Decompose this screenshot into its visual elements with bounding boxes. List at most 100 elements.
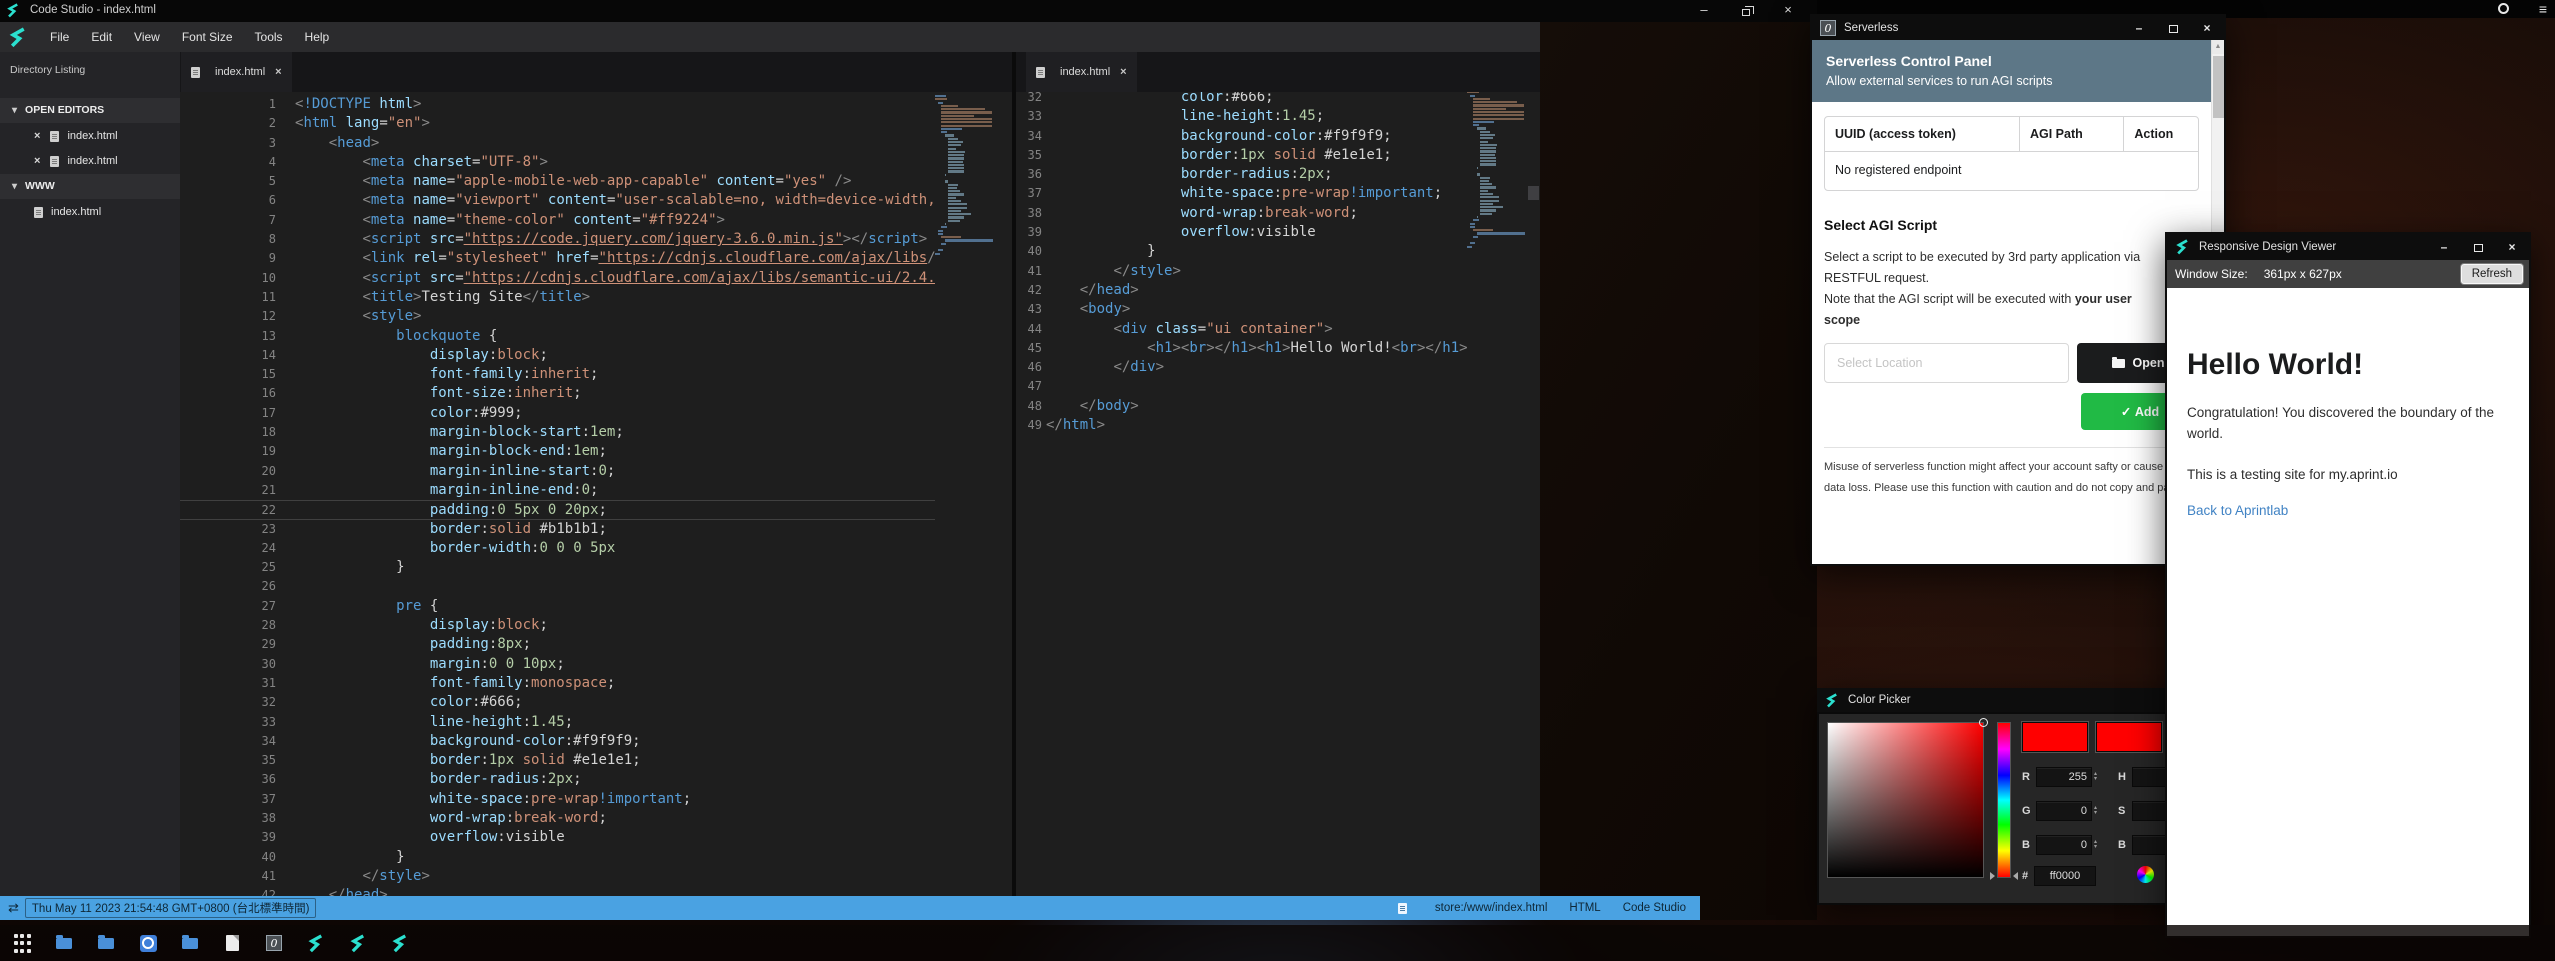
location-input[interactable] (1824, 343, 2069, 383)
spin-down-icon[interactable]: ▾ (2094, 777, 2097, 782)
code-line[interactable]: 48 </body> (1016, 397, 1467, 416)
maximize-button[interactable] (2156, 16, 2190, 40)
code-line[interactable]: 44 <div class="ui container"> (1016, 320, 1467, 339)
code-line[interactable]: 41 </style> (1016, 262, 1467, 281)
editor-pane-1[interactable]: index.html × 1<!DOCTYPE html>2<html lang… (180, 52, 1016, 896)
document-icon[interactable] (222, 933, 242, 953)
close-icon[interactable]: × (34, 149, 40, 174)
stepper-icon[interactable]: ▴▾ (2094, 772, 2097, 782)
code-editor-2[interactable]: 32 color:#666;33 line-height:1.45;34 bac… (1016, 88, 1467, 435)
close-button[interactable]: × (1767, 0, 1809, 22)
statusbar-language[interactable]: HTML (1569, 902, 1600, 914)
folder-icon[interactable] (54, 933, 74, 953)
page-link[interactable]: Back to Aprintlab (2187, 503, 2509, 518)
code-line[interactable]: 40 } (1016, 242, 1467, 261)
folder-icon[interactable] (180, 933, 200, 953)
code-line[interactable]: 12 <style> (180, 307, 935, 326)
code-line[interactable]: 41 </style> (180, 867, 935, 886)
close-icon[interactable]: × (275, 66, 281, 78)
code-line[interactable]: 33 line-height:1.45; (180, 713, 935, 732)
code-line[interactable]: 27 pre { (180, 597, 935, 616)
scrollbar-thumb[interactable] (2213, 56, 2224, 118)
code-line[interactable]: 36 border-radius:2px; (1016, 165, 1467, 184)
code-line[interactable]: 20 margin-inline-start:0; (180, 462, 935, 481)
serverless-titlebar[interactable]: 0 Serverless – × (1812, 16, 2224, 40)
code-line[interactable]: 15 font-family:inherit; (180, 365, 935, 384)
code-line[interactable]: 18 margin-block-start:1em; (180, 423, 935, 442)
code-line[interactable]: 33 line-height:1.45; (1016, 107, 1467, 126)
maximize-button[interactable] (2461, 235, 2495, 259)
code-line[interactable]: 4 <meta charset="UTF-8"> (180, 153, 935, 172)
previous-color-swatch[interactable] (2096, 722, 2162, 752)
hue-slider[interactable] (1997, 722, 2011, 878)
close-button[interactable]: × (2495, 235, 2529, 259)
sidebar-section-www[interactable]: ▾WWW (0, 174, 180, 199)
status-ring-icon[interactable] (2498, 3, 2509, 14)
code-line[interactable]: 38 word-wrap:break-word; (1016, 204, 1467, 223)
code-line[interactable]: 35 border:1px solid #e1e1e1; (1016, 146, 1467, 165)
code-line[interactable]: 32 color:#666; (180, 693, 935, 712)
code-studio-icon[interactable] (348, 933, 368, 953)
menu-item-font-size[interactable]: Font Size (171, 30, 244, 44)
spin-down-icon[interactable]: ▾ (2094, 845, 2097, 850)
folder-icon[interactable] (96, 933, 116, 953)
code-line[interactable]: 13 blockquote { (180, 327, 935, 346)
code-studio-icon[interactable] (306, 933, 326, 953)
minimize-button[interactable]: – (2122, 16, 2156, 40)
editor-pane-2[interactable]: index.html × 32 color:#666;33 line-heigh… (1016, 52, 1540, 896)
code-line[interactable]: 45 <h1><br></h1><h1>Hello World!<br></h1… (1016, 339, 1467, 358)
statusbar-file-path[interactable]: store:/www/index.html (1435, 902, 1547, 914)
menu-item-edit[interactable]: Edit (80, 30, 123, 44)
code-line[interactable]: 36 border-radius:2px; (180, 770, 935, 789)
viewer-titlebar[interactable]: Responsive Design Viewer – × (2167, 234, 2529, 260)
system-menu-icon[interactable]: ≡ (2539, 3, 2547, 15)
scroll-up-icon[interactable]: ▲ (2212, 40, 2224, 54)
restore-button[interactable] (1725, 0, 1767, 22)
field-value[interactable]: 0 (2036, 801, 2092, 821)
code-line[interactable]: 1<!DOCTYPE html> (180, 95, 935, 114)
hue-marker-left-icon[interactable] (1990, 872, 1995, 880)
code-line[interactable]: 37 white-space:pre-wrap!important; (1016, 184, 1467, 203)
stepper-icon[interactable]: ▴▾ (2094, 806, 2097, 816)
code-line[interactable]: 40 } (180, 848, 935, 867)
minimap-2[interactable] (1467, 88, 1527, 249)
code-line[interactable]: 25 } (180, 558, 935, 577)
app-titlebar[interactable]: Code Studio - index.html – × (0, 0, 1817, 22)
minimize-button[interactable]: – (1683, 0, 1725, 22)
code-editor-1[interactable]: 1<!DOCTYPE html>2<html lang="en">3 <head… (180, 95, 935, 896)
code-line[interactable]: 34 background-color:#f9f9f9; (180, 732, 935, 751)
media-app-icon[interactable] (138, 933, 158, 953)
menu-item-file[interactable]: File (39, 30, 80, 44)
code-line[interactable]: 28 display:block; (180, 616, 935, 635)
hue-marker-right-icon[interactable] (2013, 872, 2018, 880)
code-line[interactable]: 39 overflow:visible (180, 828, 935, 847)
code-line[interactable]: 7 <meta name="theme-color" content="#ff9… (180, 211, 935, 230)
tab-index-html[interactable]: index.html × (181, 52, 292, 92)
code-line[interactable]: 10 <script src="https://cdnjs.cloudflare… (180, 269, 935, 288)
code-line[interactable]: 23 border:solid #b1b1b1; (180, 520, 935, 539)
code-line[interactable]: 16 font-size:inherit; (180, 384, 935, 403)
code-line[interactable]: 2<html lang="en"> (180, 114, 935, 133)
code-line[interactable]: 9 <link rel="stylesheet" href="https://c… (180, 249, 935, 268)
code-studio-icon[interactable] (390, 933, 410, 953)
code-line[interactable]: 35 border:1px solid #e1e1e1; (180, 751, 935, 770)
color-selection-ring[interactable] (1979, 718, 1988, 727)
statusbar-app-name[interactable]: Code Studio (1623, 902, 1686, 914)
code-line[interactable]: 42 </head> (1016, 281, 1467, 300)
field-value[interactable]: 255 (2036, 767, 2092, 787)
code-line[interactable]: 24 border-width:0 0 0 5px (180, 539, 935, 558)
code-line[interactable]: 19 margin-block-end:1em; (180, 442, 935, 461)
sidebar-item-file[interactable]: ×index.html (0, 124, 180, 149)
code-line[interactable]: 14 display:block; (180, 346, 935, 365)
close-icon[interactable]: × (34, 124, 40, 149)
minimize-button[interactable]: – (2427, 235, 2461, 259)
spin-down-icon[interactable]: ▾ (2094, 811, 2097, 816)
code-line[interactable]: 17 color:#999; (180, 404, 935, 423)
code-line[interactable]: 26 (180, 577, 935, 596)
code-line[interactable]: 6 <meta name="viewport" content="user-sc… (180, 191, 935, 210)
code-line[interactable]: 43 <body> (1016, 300, 1467, 319)
menu-item-tools[interactable]: Tools (244, 30, 294, 44)
close-button[interactable]: × (2190, 16, 2224, 40)
sync-arrows-icon[interactable]: ⇄ (8, 900, 19, 916)
code-line[interactable]: 46 </div> (1016, 358, 1467, 377)
